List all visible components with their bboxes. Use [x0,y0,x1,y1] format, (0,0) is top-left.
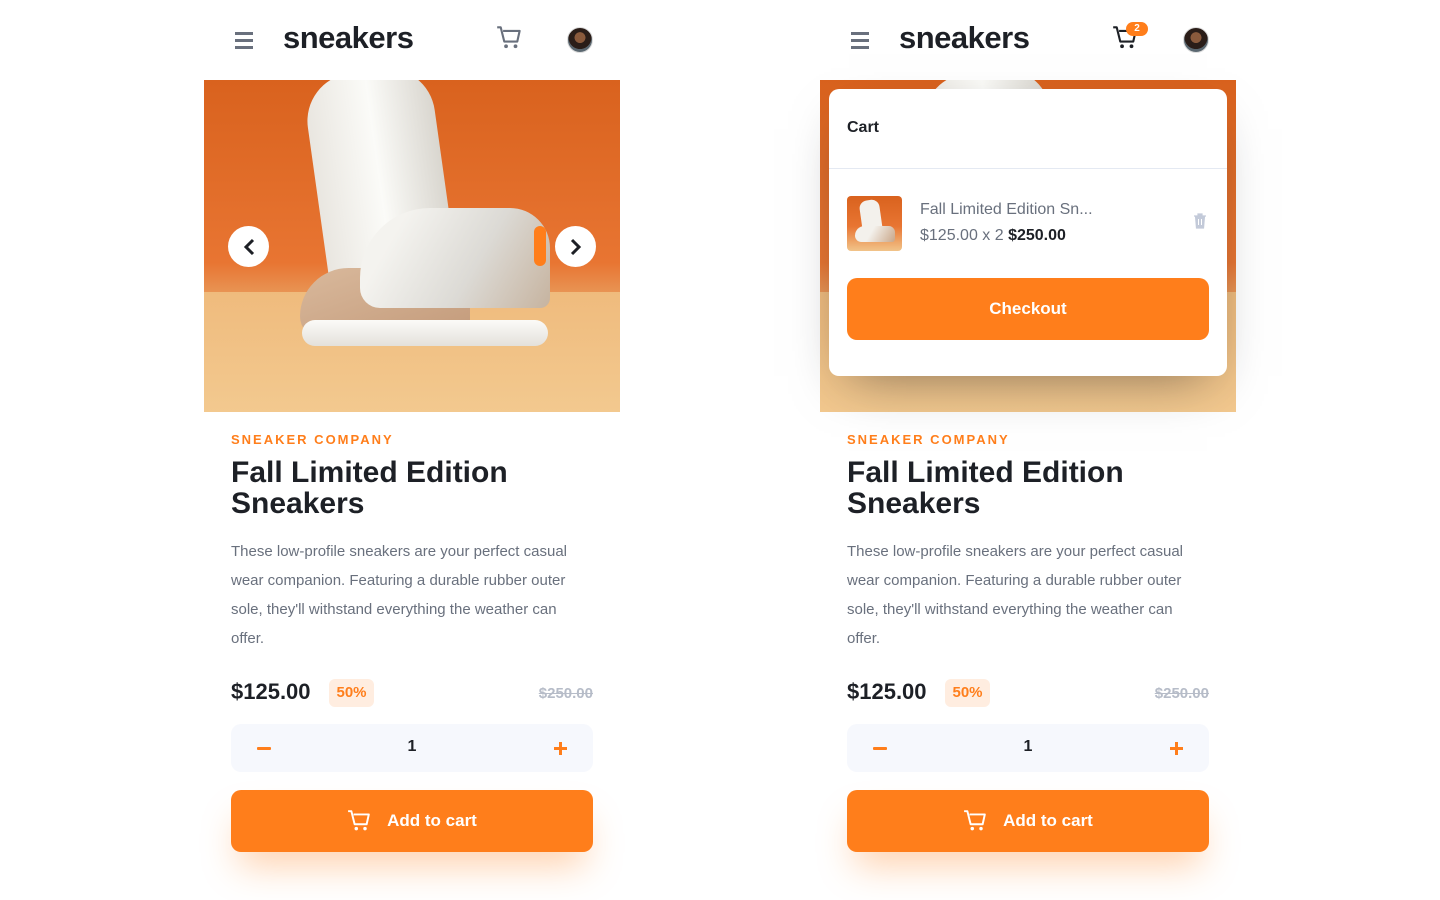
cart-item-thumbnail [847,196,902,251]
add-to-cart-button[interactable]: Add to cart [231,790,593,852]
quantity-stepper: 1 [231,724,593,772]
header: sneakers 2 [820,0,1236,80]
trash-icon [1194,213,1206,229]
hamburger-icon[interactable] [235,32,253,49]
product-image [204,80,620,412]
chevron-right-icon [570,238,581,255]
price-row: $125.00 50% $250.00 [231,677,593,707]
cart-icon [964,810,986,831]
discount-badge: 50% [945,679,990,707]
add-to-cart-button[interactable]: Add to cart [847,790,1209,852]
cart-item-price-line: $125.00 x 2 $250.00 [920,227,1066,244]
increase-quantity-button[interactable] [1151,724,1201,772]
avatar[interactable] [1183,27,1209,53]
product-description: These low-profile sneakers are your perf… [847,543,1183,647]
logo[interactable]: sneakers [899,20,1030,56]
header: sneakers [204,0,620,80]
cart-item-total: $250.00 [1008,227,1066,244]
cart-dropdown: Cart Fall Limited Edition Sn... $125.00 … [829,89,1227,376]
avatar[interactable] [567,27,593,53]
original-price: $250.00 [538,685,593,702]
current-price: $125.00 [847,679,927,704]
product-title: Fall Limited Edition Sneakers [231,456,508,520]
cart-title: Cart [847,119,880,136]
product-title: Fall Limited Edition Sneakers [847,456,1124,520]
product-details: SNEAKER COMPANY Fall Limited Edition Snea… [847,412,1209,707]
mobile-view-default: sneakers SNEAKER COMPANY Fall Limited Ed… [204,0,620,900]
original-price: $250.00 [1154,685,1209,702]
quantity-stepper: 1 [847,724,1209,772]
checkout-button[interactable]: Checkout [847,278,1209,340]
cart-button[interactable] [496,26,524,54]
cart-count-badge: 2 [1126,22,1148,36]
current-price: $125.00 [231,679,311,704]
delete-item-button[interactable] [1193,213,1207,229]
product-details: SNEAKER COMPANY Fall Limited Edition Snea… [231,412,593,707]
chevron-left-icon [243,238,254,255]
logo[interactable]: sneakers [283,20,414,56]
increase-quantity-button[interactable] [535,724,585,772]
hamburger-icon[interactable] [851,32,869,49]
add-to-cart-label: Add to cart [1003,811,1093,830]
cart-icon [348,810,370,831]
next-image-button[interactable] [555,226,596,267]
discount-badge: 50% [329,679,374,707]
cart-item-name: Fall Limited Edition Sn... [920,201,1093,218]
mobile-view-cart-open: sneakers 2 Cart Fall Limited Edition Sn.… [820,0,1236,900]
price-row: $125.00 50% $250.00 [847,677,1209,707]
product-description: These low-profile sneakers are your perf… [231,543,567,647]
company-label: SNEAKER COMPANY [231,432,394,447]
cart-icon [497,26,521,49]
add-to-cart-label: Add to cart [387,811,477,830]
divider [829,168,1227,169]
company-label: SNEAKER COMPANY [847,432,1010,447]
previous-image-button[interactable] [228,226,269,267]
